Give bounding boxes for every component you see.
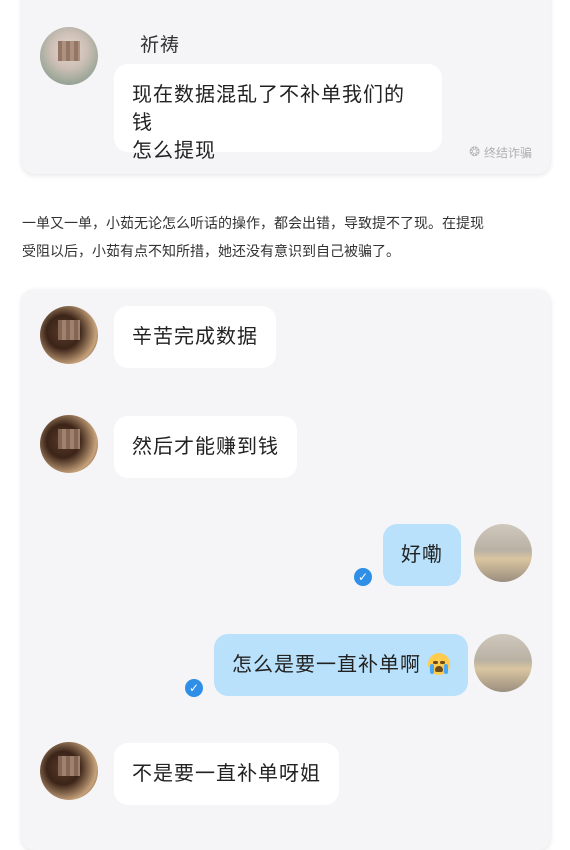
sender-avatar[interactable] bbox=[40, 742, 98, 800]
pixelated-face bbox=[58, 320, 80, 340]
my-avatar[interactable] bbox=[474, 634, 532, 692]
paragraph-line: 一单又一单，小茹无论怎么听话的操作，都会出错，导致提不了现。在提现 bbox=[22, 216, 484, 232]
my-message-bubble: 怎么是要一直补单啊 bbox=[214, 634, 469, 696]
wechat-icon: ❂ bbox=[469, 145, 480, 160]
message-bubble: 辛苦完成数据 bbox=[114, 306, 276, 368]
read-check-icon: ✓ bbox=[185, 679, 203, 697]
article-paragraph: 一单又一单，小茹无论怎么听话的操作，都会出错，导致提不了现。在提现 受阻以后，小… bbox=[22, 210, 552, 266]
message-text: 然后才能赚到钱 bbox=[132, 434, 279, 458]
message-text: 怎么是要一直补单啊 bbox=[232, 652, 421, 676]
message-text: 辛苦完成数据 bbox=[132, 324, 258, 348]
my-avatar[interactable] bbox=[474, 524, 532, 582]
chat-screenshot-card-top: 祈祷 现在数据混乱了不补单我们的钱 怎么提现 ❂ 终结诈骗 bbox=[22, 0, 550, 174]
sender-avatar[interactable] bbox=[40, 27, 98, 85]
message-text: 不是要一直补单呀姐 bbox=[132, 761, 321, 785]
message-bubble: 不是要一直补单呀姐 bbox=[114, 743, 339, 805]
message-bubble: 然后才能赚到钱 bbox=[114, 416, 297, 478]
read-check-icon: ✓ bbox=[354, 568, 372, 586]
chat-screenshot-card-bottom: 辛苦完成数据 然后才能赚到钱 ✓ 好嘞 ✓ 怎么是要一直补单啊 不是要一直补单呀… bbox=[22, 290, 550, 850]
message-text: 好嘞 bbox=[401, 542, 443, 566]
pixelated-face bbox=[58, 756, 80, 776]
sender-avatar[interactable] bbox=[40, 306, 98, 364]
paragraph-line: 受阻以后，小茹有点不知所措，她还没有意识到自己被骗了。 bbox=[22, 244, 400, 260]
message-line: 怎么提现 bbox=[132, 138, 216, 162]
sender-avatar[interactable] bbox=[40, 415, 98, 473]
crying-face-icon bbox=[428, 653, 451, 675]
message-line: 现在数据混乱了不补单我们的钱 bbox=[132, 82, 405, 134]
pixelated-face bbox=[58, 41, 80, 61]
pixelated-face bbox=[58, 429, 80, 449]
message-bubble: 现在数据混乱了不补单我们的钱 怎么提现 bbox=[114, 64, 442, 162]
watermark-text: 终结诈骗 bbox=[483, 146, 532, 160]
watermark: ❂ 终结诈骗 bbox=[469, 144, 532, 161]
my-message-bubble: 好嘞 bbox=[383, 524, 461, 586]
sender-name: 祈祷 bbox=[140, 34, 181, 56]
